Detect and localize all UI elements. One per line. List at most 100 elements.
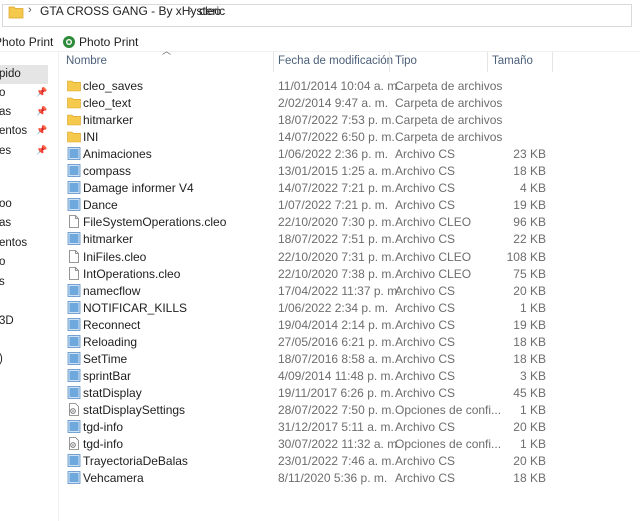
file-row[interactable]: tgd-info 31/12/2017 5:11 a. m. Archivo CS 2… — [62, 418, 640, 435]
file-row[interactable]: statDisplaySettings 28/07/2022 7:50 p. m.… — [62, 401, 640, 418]
file-date: 1/06/2022 2:34 p. m. — [278, 300, 389, 315]
file-row[interactable]: namecflow 17/04/2022 11:37 p. m. Archivo C… — [62, 282, 640, 299]
cs-file-icon — [67, 300, 81, 314]
file-row[interactable]: hitmarker 18/07/2022 7:53 p. m. Carpeta de… — [62, 111, 640, 128]
nav-item-1[interactable]: o 📌 — [0, 84, 58, 103]
file-type: Archivo CS — [395, 334, 456, 349]
file-date: 18/07/2016 8:58 a. m. — [278, 351, 395, 366]
pin-icon: 📌 — [36, 125, 48, 135]
file-row[interactable]: hitmarker 18/07/2022 7:51 p. m. Archivo CS… — [62, 230, 640, 247]
file-row[interactable]: Reloading 27/05/2016 6:21 p. m. Archivo CS… — [62, 333, 640, 350]
file-size: 75 KB — [513, 266, 546, 281]
file-row[interactable]: INI 14/07/2022 6:50 p. m. Carpeta de archi… — [62, 128, 640, 145]
file-name: cleo_text — [83, 96, 132, 111]
file-date: 11/01/2014 10:04 a. m. — [278, 79, 401, 93]
file-name: SetTime — [83, 351, 128, 366]
file-type: Carpeta de archivos — [395, 130, 503, 145]
nav-item-9[interactable]: s — [0, 273, 58, 292]
file-size: 1 KB — [519, 402, 546, 417]
file-size: 45 KB — [513, 385, 546, 400]
file-size: 23 KB — [513, 147, 546, 162]
photo-print-button-2[interactable]: Photo Print — [79, 35, 138, 49]
file-name: IniFiles.cleo — [83, 249, 147, 264]
cs-file-icon — [67, 385, 81, 399]
file-row[interactable]: Vehcamera 8/11/2020 5:36 p. m. Archivo CS 1… — [62, 469, 640, 486]
file-date: 23/01/2022 7:46 a. m. — [278, 454, 395, 469]
file-date: 19/11/2017 6:26 p. m. — [278, 385, 394, 400]
column-divider[interactable] — [273, 52, 274, 72]
file-row[interactable]: NOTIFICAR_KILLS 1/06/2022 2:34 p. m. Archi… — [62, 299, 640, 316]
nav-item-8[interactable]: o — [0, 253, 58, 272]
file-type: Archivo CS — [395, 471, 456, 486]
file-row[interactable]: cleo_text 2/02/2014 9:47 a. m. Carpeta de … — [62, 94, 640, 111]
nav-item-3[interactable]: entos 📌 — [0, 122, 58, 141]
file-date: 8/11/2020 5:36 p. m. — [278, 471, 388, 486]
file-name: Reloading — [83, 334, 138, 349]
file-row[interactable]: SetTime 18/07/2016 8:58 a. m. Archivo CS 18… — [62, 350, 640, 367]
cs-file-icon — [67, 317, 81, 331]
file-row[interactable]: cleo_saves 11/01/2014 10:04 a. m. Carpeta … — [62, 77, 640, 94]
file-name: TrayectoriaDeBalas — [83, 454, 188, 469]
file-row[interactable]: Reconnect 19/04/2014 2:14 p. m. Archivo CS… — [62, 316, 640, 333]
breadcrumb-item-cleo[interactable]: cleo — [199, 4, 221, 18]
column-header-date[interactable]: Fecha de modificación — [278, 52, 393, 72]
file-size: 19 KB — [513, 198, 546, 213]
file-date: 22/10/2020 7:30 p. m. — [278, 215, 395, 230]
file-date: 18/07/2022 7:53 p. m. — [278, 113, 395, 128]
folder-icon — [8, 6, 24, 19]
nav-item-2[interactable]: as 📌 — [0, 103, 58, 122]
file-name: Animaciones — [83, 147, 152, 162]
nav-item-11[interactable]: ) — [0, 350, 58, 369]
file-type: Carpeta de archivos — [395, 96, 503, 111]
file-row[interactable]: Animaciones 1/06/2022 2:36 p. m. Archivo C… — [62, 145, 640, 162]
photo-print-button-1[interactable]: Photo Print — [0, 35, 53, 49]
file-row[interactable]: FileSystemOperations.cleo 22/10/2020 7:30… — [62, 213, 640, 230]
file-row[interactable]: IniFiles.cleo 22/10/2020 7:31 p. m. Archiv… — [62, 248, 640, 265]
file-size: 18 KB — [513, 351, 546, 366]
file-size: 19 KB — [513, 317, 546, 332]
cs-file-icon — [67, 164, 81, 178]
file-type: Opciones de confi... — [395, 437, 502, 452]
column-header-type[interactable]: Tipo — [395, 52, 485, 72]
file-size: 20 KB — [513, 283, 546, 298]
nav-item-6[interactable]: as — [0, 214, 58, 233]
file-date: 14/07/2022 7:21 p. m. — [278, 181, 395, 196]
file-date: 17/04/2022 11:37 p. m. — [278, 283, 401, 298]
cs-file-icon — [67, 471, 81, 485]
file-row[interactable]: sprintBar 4/09/2014 11:48 p. m. Archivo CS… — [62, 367, 640, 384]
pane-divider — [58, 52, 59, 521]
file-type: Archivo CS — [395, 351, 456, 366]
file-name: tgd-info — [83, 420, 124, 434]
toolbar: Photo Print Photo Print — [0, 31, 640, 52]
column-header-name[interactable]: Nombre — [66, 52, 272, 72]
nav-item-7[interactable]: entos — [0, 234, 58, 253]
nav-item-4[interactable]: es 📌 — [0, 142, 58, 161]
file-type: Archivo CS — [395, 198, 456, 213]
file-row[interactable]: compass 13/01/2015 1:25 a. m. Archivo CS 18… — [62, 162, 640, 179]
file-date: 2/02/2014 9:47 a. m. — [278, 96, 389, 111]
file-type: Archivo CS — [395, 181, 456, 196]
column-header-size[interactable]: Tamaño — [492, 52, 552, 72]
nav-item-10[interactable]: 3D — [0, 312, 58, 331]
column-divider[interactable] — [487, 52, 488, 72]
settings-file-icon — [67, 437, 81, 450]
breadcrumb-item-gta-cross-gang[interactable]: GTA CROSS GANG - By xHysteric — [40, 4, 225, 18]
file-row[interactable]: TrayectoriaDeBalas 23/01/2022 7:46 a. m. A… — [62, 452, 640, 469]
column-divider[interactable] — [552, 52, 553, 72]
nav-item-5[interactable]: oo — [0, 195, 58, 214]
file-row[interactable]: statDisplay 19/11/2017 6:26 p. m. Archivo … — [62, 384, 640, 401]
pin-icon: 📌 — [36, 106, 48, 116]
file-row[interactable]: tgd-info 30/07/2022 11:32 a. m. Opciones d… — [62, 435, 640, 452]
pin-icon: 📌 — [36, 87, 48, 97]
file-row[interactable]: Damage informer V4 14/07/2022 7:21 p. m. A… — [62, 179, 640, 196]
nav-item-acceso-rapido[interactable]: pido — [0, 65, 48, 84]
file-date: 4/09/2014 11:48 p. m. — [278, 368, 394, 383]
file-name: tgd-info — [83, 437, 124, 452]
file-date: 1/07/2022 7:21 p. m. — [278, 198, 389, 213]
file-row[interactable]: IntOperations.cleo 22/10/2020 7:38 p. m. A… — [62, 265, 640, 282]
column-divider[interactable] — [389, 52, 390, 72]
cs-file-icon — [67, 368, 81, 382]
file-row[interactable]: Dance 1/07/2022 7:21 p. m. Archivo CS 19 KB — [62, 196, 640, 213]
folder-icon — [67, 130, 81, 143]
settings-file-icon — [67, 403, 81, 416]
